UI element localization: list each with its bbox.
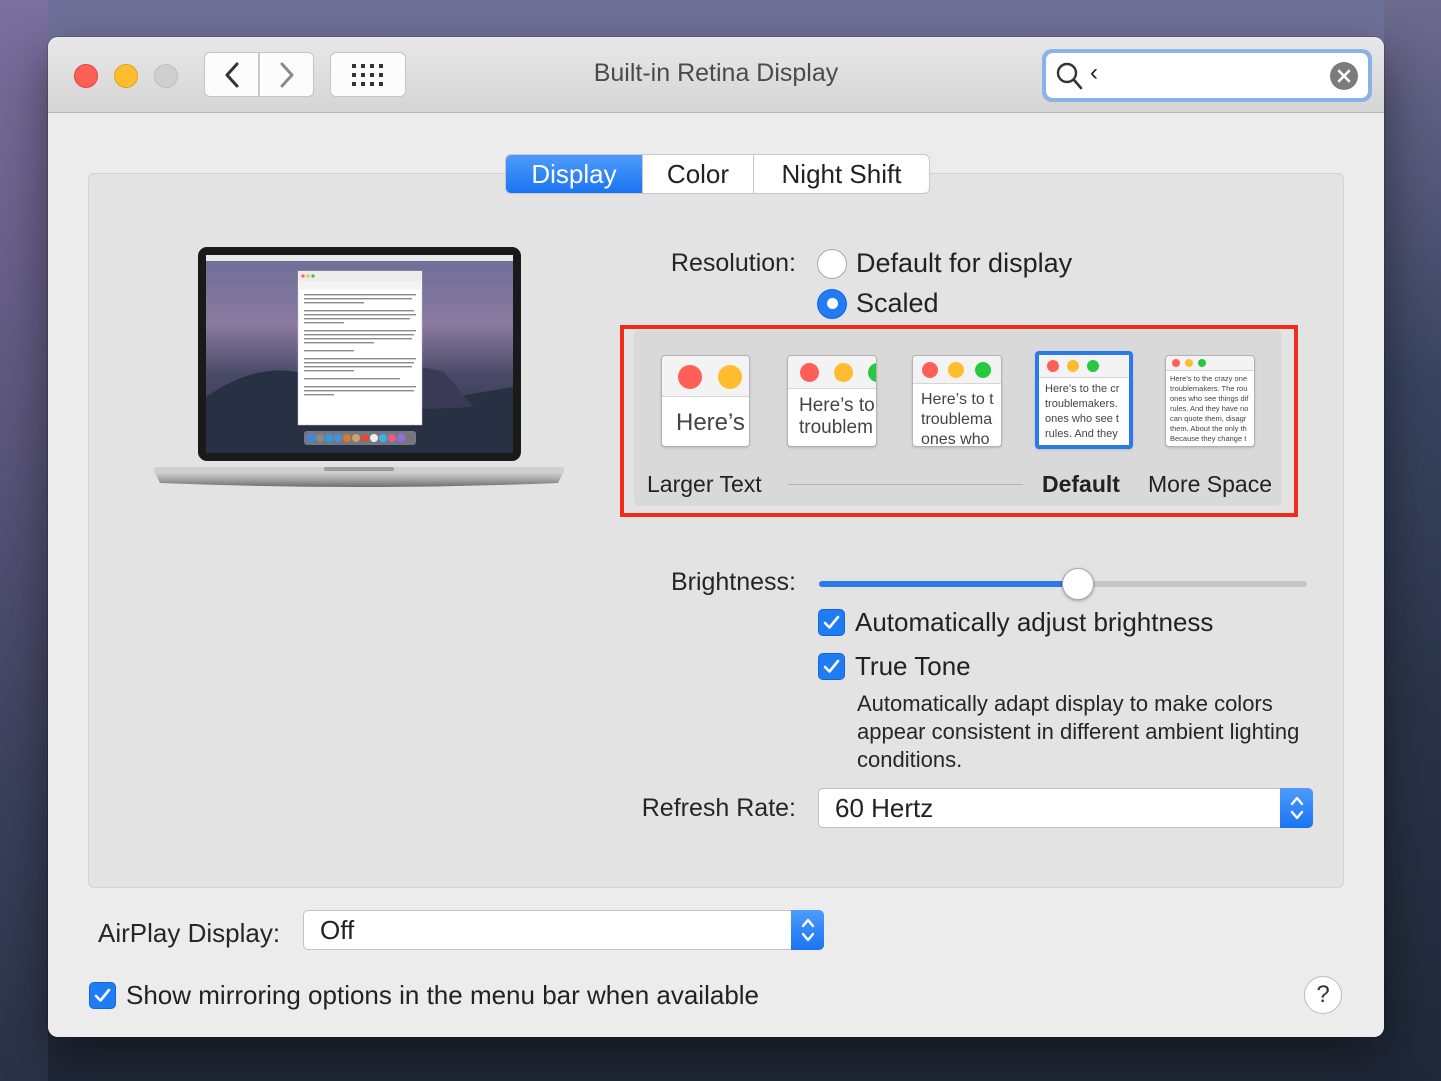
scale-option-2[interactable]: Here’s to troublem [787, 355, 877, 447]
grid-icon [352, 63, 383, 86]
show-all-button[interactable] [330, 52, 406, 97]
thumbnail-text: rules. And they [1045, 428, 1118, 440]
scale-option-more-space[interactable]: Here’s to the crazy one troublemakers. T… [1165, 355, 1255, 447]
brightness-slider-fill [819, 581, 1078, 587]
thumbnail-text: troublemakers. [1045, 398, 1118, 410]
radio-scaled[interactable] [817, 288, 847, 319]
thumbnail-text: them. About the only th [1170, 424, 1247, 433]
scaled-label: Scaled [856, 288, 939, 318]
forward-button[interactable] [259, 52, 314, 97]
mirroring-option[interactable]: Show mirroring options in the menu bar w… [89, 980, 759, 1011]
thumbnail-text: Because they change t [1170, 434, 1247, 443]
preferences-window: Built-in Retina Display ‹ Display Color … [48, 37, 1384, 1037]
scale-divider-line [788, 484, 1023, 485]
tab-display[interactable]: Display [506, 155, 642, 193]
airplay-display-value: Off [320, 914, 355, 945]
desktop-wallpaper-left [0, 0, 48, 1081]
true-tone-checkbox[interactable] [818, 653, 845, 680]
resolution-label: Resolution: [670, 249, 796, 277]
close-window-button[interactable] [74, 64, 98, 88]
thumbnail-text: rules. And they have no [1170, 404, 1249, 413]
resolution-scaled-option[interactable]: Scaled [817, 288, 939, 319]
checkmark-icon [823, 615, 840, 629]
back-button[interactable] [204, 52, 259, 97]
thumbnail-text: ones who see t [1045, 413, 1119, 425]
search-icon [1056, 62, 1083, 90]
thumbnail-text: Here’s to t [921, 391, 994, 408]
true-tone-option[interactable]: True Tone [818, 651, 971, 682]
thumbnail-text: Here’s [676, 409, 745, 436]
window-title: Built-in Retina Display [593, 59, 839, 87]
brightness-label: Brightness: [670, 568, 796, 596]
true-tone-description: Automatically adapt display to make colo… [857, 691, 1300, 772]
search-input[interactable]: ‹ [1046, 53, 1368, 98]
thumbnail-text: Here’s to the cr [1045, 383, 1120, 395]
auto-brightness-checkbox[interactable] [818, 609, 845, 636]
refresh-rate-popup[interactable]: 60 Hertz [818, 788, 1313, 828]
thumbnail-text: troublem [799, 417, 873, 438]
scale-option-3[interactable]: Here’s to t troublema ones who [912, 355, 1002, 447]
airplay-display-label: AirPlay Display: [98, 918, 281, 948]
thumbnail-text: can quote them, disagr [1170, 414, 1247, 423]
mirroring-checkbox[interactable] [89, 982, 116, 1009]
search-field-focus-ring: ‹ [1042, 49, 1372, 102]
search-query: ‹ [1090, 59, 1098, 86]
tab-night-shift[interactable]: Night Shift [753, 155, 929, 193]
refresh-rate-label: Refresh Rate: [641, 794, 796, 822]
checkmark-icon [823, 659, 840, 673]
tab-bar: Display Color Night Shift [505, 154, 930, 194]
checkmark-icon [94, 988, 111, 1002]
minimize-window-button[interactable] [114, 64, 138, 88]
airplay-display-popup[interactable]: Off [303, 910, 824, 950]
popup-stepper-icon [791, 910, 824, 950]
auto-brightness-option[interactable]: Automatically adjust brightness [818, 607, 1213, 638]
resolution-default-option[interactable]: Default for display [817, 248, 1072, 279]
refresh-rate-value: 60 Hertz [835, 792, 934, 823]
default-for-display-label: Default for display [856, 248, 1073, 278]
clear-search-icon[interactable] [1330, 62, 1358, 90]
thumbnail-text: ones who see things dif [1170, 394, 1249, 403]
thumbnail-text: ones who [921, 431, 990, 447]
chevron-left-icon [225, 62, 238, 87]
scale-option-default[interactable]: Here’s to the cr troublemakers. ones who… [1035, 351, 1133, 449]
macbook-illustration [154, 247, 564, 487]
scale-option-larger-text[interactable]: Here’s [661, 355, 750, 447]
more-space-label: More Space [1148, 471, 1273, 497]
zoom-window-button[interactable] [154, 64, 178, 88]
auto-brightness-label: Automatically adjust brightness [855, 607, 1214, 637]
help-button[interactable]: ? [1304, 976, 1342, 1014]
default-scale-label: Default [1042, 471, 1120, 497]
tab-color[interactable]: Color [642, 155, 753, 193]
thumbnail-text: troublema [921, 411, 993, 428]
popup-stepper-icon [1280, 788, 1313, 828]
chevron-right-icon [280, 62, 293, 87]
mirroring-label: Show mirroring options in the menu bar w… [126, 980, 760, 1010]
thumbnail-text: Here’s to the crazy one [1170, 374, 1247, 383]
true-tone-label: True Tone [855, 651, 971, 681]
radio-default-for-display[interactable] [817, 248, 847, 279]
titlebar: Built-in Retina Display ‹ [48, 37, 1384, 113]
brightness-slider-knob[interactable] [1061, 568, 1094, 600]
thumbnail-text: Here’s to [799, 395, 875, 416]
larger-text-label: Larger Text [647, 471, 762, 497]
thumbnail-text: troublemakers. The rou [1170, 384, 1248, 393]
desktop-wallpaper-right [1384, 0, 1441, 1081]
